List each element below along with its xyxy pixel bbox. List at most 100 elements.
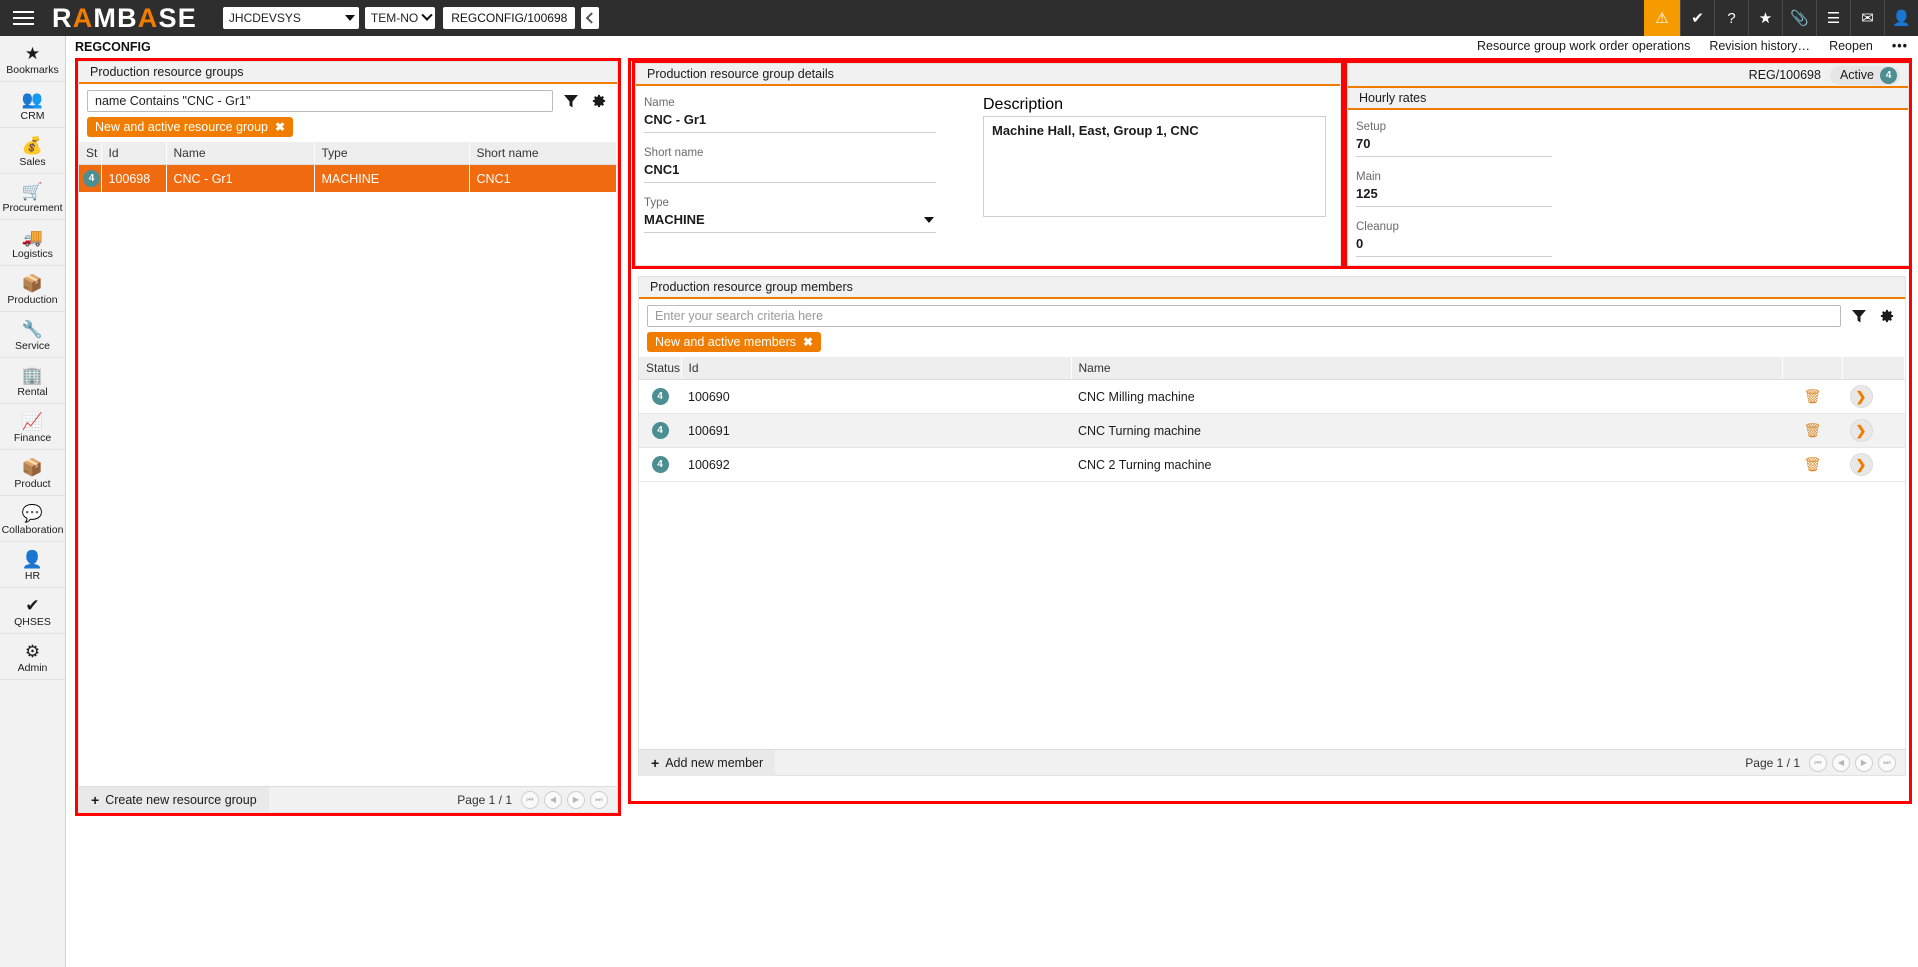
sidebar-item-bookmarks[interactable]: ★ Bookmarks — [0, 36, 65, 82]
rambase-logo: RAMBASE — [52, 3, 197, 34]
create-new-resource-group-button[interactable]: + Create new resource group — [79, 787, 269, 813]
table-row[interactable]: 4 100690 CNC Milling machine 🗑 ❯ — [639, 380, 1905, 414]
trash-icon[interactable]: 🗑 — [1804, 456, 1822, 472]
sidebar-item-rental[interactable]: 🏢 Rental — [0, 358, 65, 404]
pager-last-button[interactable]: ⏭ — [590, 791, 608, 809]
user-profile-icon[interactable]: 👤 — [1884, 0, 1918, 36]
column-header-name[interactable]: Name — [166, 142, 314, 165]
production-resource-group-members-panel: Production resource group members New an… — [638, 276, 1906, 776]
pager-last-button[interactable]: ⏭ — [1878, 754, 1896, 772]
help-icon[interactable]: ? — [1714, 0, 1748, 36]
members-search-input[interactable] — [647, 305, 1841, 327]
groups-table-header-row: St Id Name Type Short name — [79, 142, 617, 165]
previous-document-button[interactable] — [581, 7, 599, 29]
members-filter-chip[interactable]: New and active members ✖ — [647, 332, 821, 352]
row-short-name-cell: CNC1 — [469, 165, 617, 193]
sidebar-item-production[interactable]: 📦 Production — [0, 266, 65, 312]
open-detail-chevron-icon[interactable]: ❯ — [1850, 453, 1873, 476]
status-badge[interactable]: Active 4 — [1830, 66, 1900, 85]
column-header-delete — [1783, 357, 1843, 380]
filter-icon[interactable] — [1848, 305, 1869, 327]
gear-icon[interactable] — [588, 90, 609, 112]
filter-icon[interactable] — [560, 90, 581, 112]
table-row[interactable]: 4 100698 CNC - Gr1 MACHINE CNC1 — [79, 165, 617, 193]
sidebar-item-product[interactable]: 📦 Product — [0, 450, 65, 496]
more-options-icon[interactable]: ••• — [1892, 39, 1908, 53]
setup-rate-field[interactable]: Setup 70 — [1356, 120, 1552, 157]
sidebar-item-label: Rental — [17, 387, 47, 398]
sidebar-item-collaboration[interactable]: 💬 Collaboration — [0, 496, 65, 542]
pager-first-button[interactable]: ⏮ — [521, 791, 539, 809]
main-rate-field[interactable]: Main 125 — [1356, 170, 1552, 207]
attachment-icon[interactable]: 📎 — [1782, 0, 1816, 36]
cleanup-rate-field[interactable]: Cleanup 0 — [1356, 220, 1552, 257]
column-header-status[interactable]: Status — [639, 357, 681, 380]
sidebar-item-label: Collaboration — [2, 525, 64, 536]
pager-first-button[interactable]: ⏮ — [1809, 754, 1827, 772]
pager-prev-button[interactable]: ◀ — [1832, 754, 1850, 772]
warning-icon[interactable]: ⚠ — [1644, 0, 1680, 36]
table-row[interactable]: 4 100692 CNC 2 Turning machine 🗑 ❯ — [639, 448, 1905, 482]
add-new-member-button[interactable]: + Add new member — [639, 750, 775, 776]
column-header-st[interactable]: St — [79, 142, 101, 165]
column-header-name[interactable]: Name — [1071, 357, 1783, 380]
row-name-cell: CNC Milling machine — [1071, 380, 1783, 414]
company-selector[interactable]: JHCDEVSYS — [223, 7, 359, 29]
members-table-header-row: Status Id Name — [639, 357, 1905, 380]
action-work-order-operations[interactable]: Resource group work order operations — [1477, 39, 1690, 53]
sidebar-item-label: QHSES — [14, 617, 51, 628]
members-pager: Page 1 / 1 ⏮ ◀ ▶ ⏭ — [1745, 754, 1905, 772]
mail-icon[interactable]: ✉ — [1850, 0, 1884, 36]
open-detail-chevron-icon[interactable]: ❯ — [1850, 419, 1873, 442]
document-id-field[interactable]: REGCONFIG/100698 — [443, 7, 575, 29]
favorites-star-icon[interactable]: ★ — [1748, 0, 1782, 36]
close-icon[interactable]: ✖ — [803, 335, 813, 349]
sidebar-item-hr[interactable]: 👤 HR — [0, 542, 65, 588]
groups-filter-chip-label: New and active resource group — [95, 120, 268, 134]
pager-next-button[interactable]: ▶ — [1855, 754, 1873, 772]
approval-check-icon[interactable]: ✔ — [1680, 0, 1714, 36]
main-sidebar: ★ Bookmarks 👥 CRM 💰 Sales 🛒 Procurement … — [0, 36, 66, 967]
setup-rate-label: Setup — [1356, 120, 1552, 134]
action-revision-history[interactable]: Revision history… — [1709, 39, 1810, 53]
trash-icon[interactable]: 🗑 — [1804, 422, 1822, 438]
description-field-value[interactable]: Machine Hall, East, Group 1, CNC — [983, 116, 1326, 217]
close-icon[interactable]: ✖ — [275, 120, 285, 134]
sidebar-item-sales[interactable]: 💰 Sales — [0, 128, 65, 174]
short-name-field[interactable]: Short name CNC1 — [644, 146, 936, 183]
name-field[interactable]: Name CNC - Gr1 — [644, 96, 936, 133]
row-status-cell: 4 — [639, 414, 681, 448]
groups-filter-chip[interactable]: New and active resource group ✖ — [87, 117, 293, 137]
pager-prev-button[interactable]: ◀ — [544, 791, 562, 809]
open-detail-chevron-icon[interactable]: ❯ — [1850, 385, 1873, 408]
row-type-cell: MACHINE — [314, 165, 469, 193]
column-header-short-name[interactable]: Short name — [469, 142, 617, 165]
type-field[interactable]: Type MACHINE — [644, 196, 936, 233]
column-header-type[interactable]: Type — [314, 142, 469, 165]
groups-search-input[interactable] — [87, 90, 553, 112]
list-menu-icon[interactable]: ☰ — [1816, 0, 1850, 36]
column-header-id[interactable]: Id — [101, 142, 166, 165]
table-row[interactable]: 4 100691 CNC Turning machine 🗑 ❯ — [639, 414, 1905, 448]
column-header-id[interactable]: Id — [681, 357, 1071, 380]
row-open-cell: ❯ — [1843, 380, 1905, 414]
trash-icon[interactable]: 🗑 — [1804, 388, 1822, 404]
sidebar-item-finance[interactable]: 📈 Finance — [0, 404, 65, 450]
members-page-label: Page 1 / 1 — [1745, 756, 1800, 770]
type-field-dropdown[interactable]: MACHINE — [644, 210, 936, 233]
sidebar-item-admin[interactable]: ⚙ Admin — [0, 634, 65, 680]
sidebar-item-service[interactable]: 🔧 Service — [0, 312, 65, 358]
sidebar-item-procurement[interactable]: 🛒 Procurement — [0, 174, 65, 220]
sidebar-item-crm[interactable]: 👥 CRM — [0, 82, 65, 128]
speech-bubble-icon: 💬 — [22, 504, 43, 523]
sidebar-item-qhses[interactable]: ✔ QHSES — [0, 588, 65, 634]
pager-next-button[interactable]: ▶ — [567, 791, 585, 809]
location-selector-value: TEM-NO — [371, 11, 418, 25]
action-reopen[interactable]: Reopen — [1829, 39, 1873, 53]
location-selector[interactable]: TEM-NO — [365, 7, 435, 29]
sidebar-item-logistics[interactable]: 🚚 Logistics — [0, 220, 65, 266]
status-number: 4 — [1880, 67, 1897, 84]
company-selector-value: JHCDEVSYS — [229, 11, 301, 25]
gear-icon[interactable] — [1876, 305, 1897, 327]
hamburger-menu-icon[interactable] — [0, 0, 46, 36]
